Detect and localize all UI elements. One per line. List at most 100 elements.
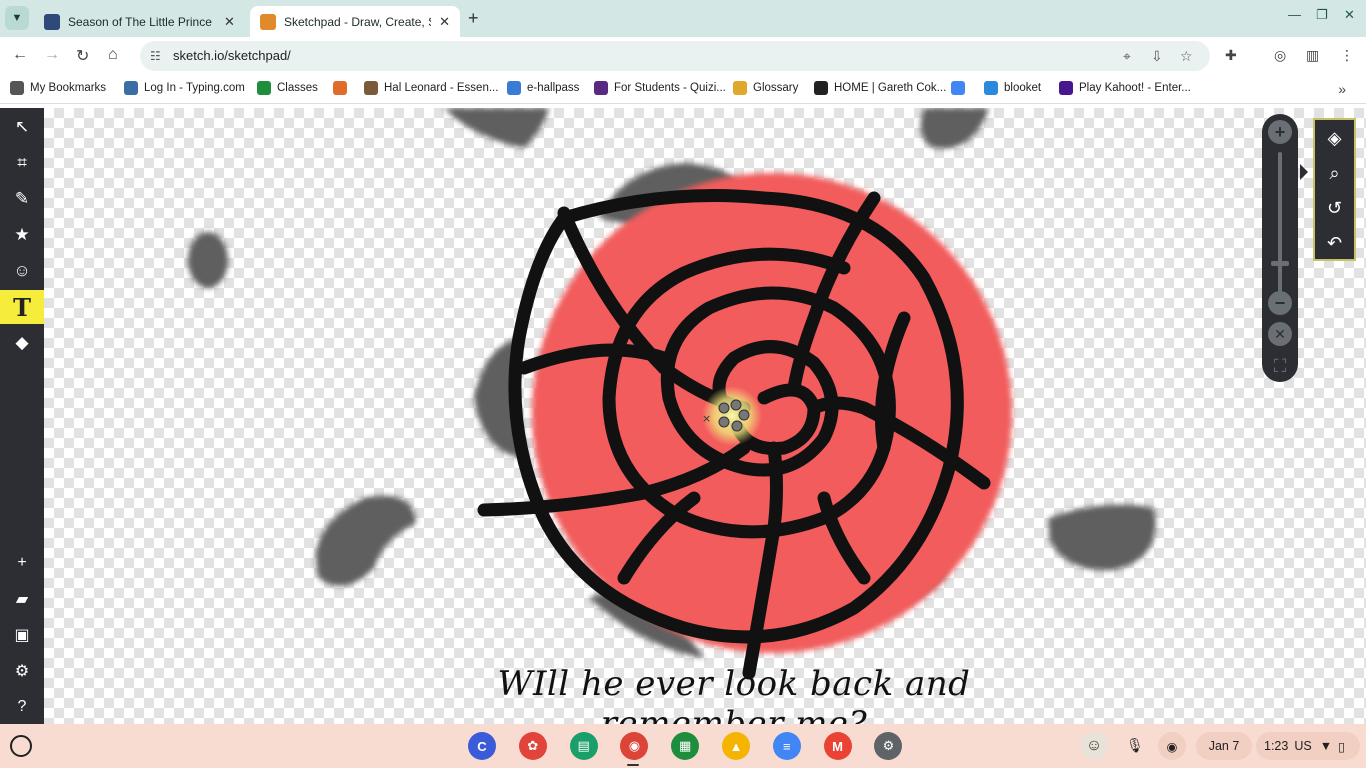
open-button[interactable]: ▰ — [0, 582, 44, 616]
locale-text: US — [1294, 739, 1312, 753]
side-panel-icon[interactable]: ▥ — [1306, 47, 1319, 64]
text-tool[interactable]: T — [0, 290, 44, 324]
bookmark-hal-leonard[interactable]: Hal Leonard - Essen... — [364, 81, 498, 95]
minimize-button[interactable]: — — [1288, 7, 1301, 22]
drive-app[interactable]: ▲ — [722, 732, 750, 760]
bookmark-google[interactable] — [951, 81, 971, 95]
save-button[interactable]: ▣ — [0, 618, 44, 652]
pen-tool[interactable]: ✎ — [0, 182, 44, 216]
leaf-right — [1049, 504, 1156, 571]
fullscreen-icon[interactable]: ⛶ — [1268, 354, 1292, 378]
battery-icon: ▯ — [1338, 739, 1345, 754]
forward-button[interactable]: → — [44, 46, 60, 64]
crop-tool[interactable]: ⌗ — [0, 146, 44, 180]
extensions-icon[interactable]: ✚ — [1225, 47, 1237, 64]
canvas-app[interactable]: C — [468, 732, 496, 760]
tab-little-prince[interactable]: Season of The Little Prince | Sk ✕ — [34, 6, 246, 37]
gmail-app[interactable]: M — [823, 732, 852, 760]
leaf-top-right — [920, 108, 989, 149]
bookmark-label: For Students - Quizi... — [614, 82, 726, 94]
help-button[interactable]: ? — [0, 690, 44, 724]
back-button[interactable]: ← — [12, 46, 28, 64]
address-bar[interactable]: ☷ sketch.io/sketchpad/ ⌖ ⇩ ☆ — [140, 41, 1210, 71]
tab-search-button[interactable]: ▼ — [5, 6, 29, 30]
restore-button[interactable]: ❐ — [1316, 7, 1328, 23]
bookmark-glossary[interactable]: Glossary — [733, 81, 798, 95]
bookmark-typing[interactable]: Log In - Typing.com — [124, 81, 245, 95]
settings-button[interactable]: ⚙ — [0, 654, 44, 688]
google-classroom-app[interactable]: ▦ — [671, 732, 700, 760]
extension-icon[interactable]: ◎ — [1274, 47, 1286, 64]
bookmark-label: Glossary — [753, 82, 799, 94]
bookmark-label: Play Kahoot! - Enter... — [1079, 82, 1191, 94]
bookmark-gareth[interactable]: HOME | Gareth Cok... — [814, 81, 946, 95]
more-menu-icon[interactable]: ⋮ — [1340, 47, 1354, 64]
user-avatar[interactable]: ☺ — [1080, 732, 1108, 760]
new-tab-button[interactable]: + — [468, 8, 479, 29]
stamp-tool[interactable]: ★ — [0, 218, 44, 252]
history-button[interactable]: ↺ — [1315, 191, 1354, 225]
new-button[interactable]: + — [0, 546, 44, 580]
zoom-out-button[interactable]: − — [1268, 291, 1292, 315]
bookmark-p[interactable] — [333, 81, 353, 95]
reset-zoom-button[interactable]: ✕ — [1268, 322, 1292, 346]
fill-tool[interactable]: ◆ — [0, 326, 44, 360]
microphone-icon[interactable]: 🎙 — [1126, 737, 1144, 754]
chrome-app[interactable]: ◉ — [620, 732, 649, 760]
paint-app[interactable]: ✿ — [518, 732, 547, 760]
leaf-left — [316, 495, 416, 586]
settings-app[interactable]: ⚙ — [874, 732, 903, 760]
search-button[interactable]: ⌕ — [1315, 156, 1354, 190]
bookmark-label: blooket — [1004, 82, 1042, 94]
tab-sketchpad[interactable]: Sketchpad - Draw, Create, Share ✕ — [250, 6, 460, 37]
classroom-app[interactable]: ▤ — [569, 732, 598, 760]
date-text: Jan 7 — [1208, 739, 1240, 753]
bookmark-quizizz[interactable]: For Students - Quizi... — [594, 81, 726, 95]
emoji-tool[interactable]: ☺ — [0, 254, 44, 288]
drawing-svg: × — [188, 108, 1156, 680]
glossary-icon — [733, 81, 747, 95]
reload-button[interactable]: ↻ — [76, 46, 89, 66]
install-app-icon[interactable]: ⇩ — [1151, 48, 1163, 65]
bookmark-label: HOME | Gareth Cok... — [834, 82, 947, 94]
active-app-indicator — [627, 764, 639, 766]
bookmark-label: e-hallpass — [527, 82, 580, 94]
undo-button[interactable]: ↶ — [1315, 226, 1354, 260]
close-tab-icon[interactable]: ✕ — [439, 14, 450, 30]
bookmark-classes[interactable]: Classes — [257, 81, 318, 95]
zoom-panel: + − ✕ ⛶ — [1262, 114, 1298, 382]
bookmark-hallpass[interactable]: e-hallpass — [507, 81, 579, 95]
more-bookmarks-icon[interactable]: » — [1338, 81, 1346, 97]
tab-title: Season of The Little Prince | Sk — [68, 14, 216, 29]
docs-app[interactable]: ≡ — [772, 732, 801, 760]
zoom-in-button[interactable]: + — [1268, 120, 1292, 144]
bookmark-star-icon[interactable]: ☆ — [1180, 48, 1193, 65]
launcher-button[interactable] — [10, 735, 32, 757]
bookmark-kahoot[interactable]: Play Kahoot! - Enter... — [1059, 81, 1191, 95]
url-text[interactable]: sketch.io/sketchpad/ — [173, 48, 291, 63]
gareth-icon — [814, 81, 828, 95]
bookmark-label: Hal Leonard - Essen... — [384, 82, 499, 94]
close-window-button[interactable]: ✕ — [1344, 7, 1355, 23]
leaf-small-blob — [188, 232, 228, 288]
classes-icon — [257, 81, 271, 95]
close-tab-icon[interactable]: ✕ — [224, 14, 235, 30]
drawing-canvas[interactable]: × WIll he ever look back and remember me… — [44, 108, 1366, 724]
date-button[interactable]: Jan 7 — [1196, 732, 1252, 760]
bookmark-blooket[interactable]: blooket — [984, 81, 1041, 95]
layers-button[interactable]: ◈ — [1315, 121, 1354, 155]
chevron-down-icon: ▼ — [11, 12, 23, 24]
bookmark-folder[interactable]: My Bookmarks — [10, 81, 106, 95]
location-icon[interactable]: ⌖ — [1123, 48, 1131, 65]
select-tool[interactable]: ↖ — [0, 110, 44, 144]
volume-button[interactable]: ◉ — [1158, 732, 1186, 760]
hallpass-icon — [507, 81, 521, 95]
status-area-button[interactable]: 1:23 US ▼ ▯ — [1256, 732, 1360, 760]
home-button[interactable]: ⌂ — [108, 46, 118, 64]
site-info-icon[interactable]: ☷ — [150, 49, 161, 63]
browser-toolbar: ← → ↻ ⌂ ☷ sketch.io/sketchpad/ ⌖ ⇩ ☆ ✚ ◎… — [0, 37, 1366, 75]
quizizz-icon — [594, 81, 608, 95]
zoom-slider-thumb[interactable] — [1271, 261, 1289, 266]
zoom-slider-track[interactable] — [1278, 152, 1282, 292]
rose-seed — [718, 402, 730, 414]
